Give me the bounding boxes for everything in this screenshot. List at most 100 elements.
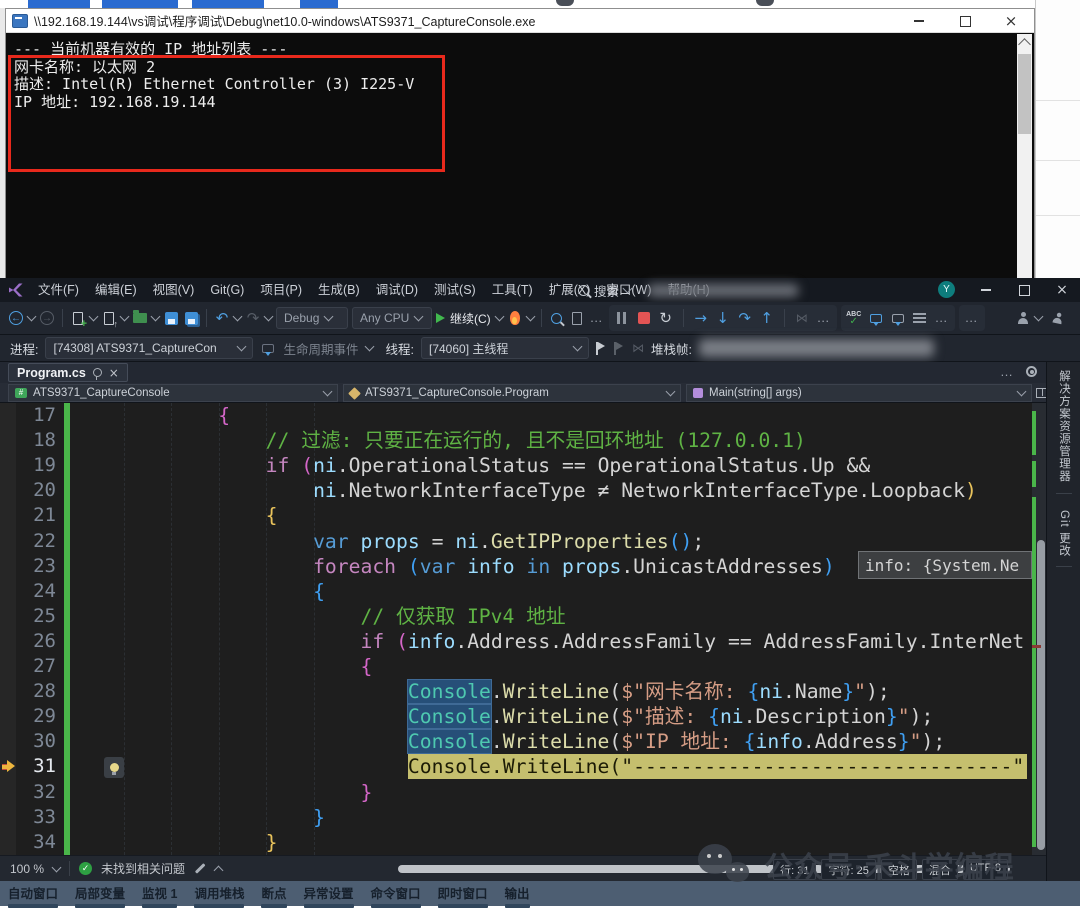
edit-icon[interactable] <box>195 863 205 873</box>
open-folder-button[interactable] <box>132 307 148 329</box>
panel-tab-即时窗口[interactable]: 即时窗口 <box>438 881 488 906</box>
line-number-27[interactable]: 27 <box>16 654 56 679</box>
breakpoints-window-button[interactable]: ⋈ <box>794 307 810 329</box>
chevron-down-icon[interactable] <box>364 342 374 352</box>
console-scrollbar-thumb[interactable] <box>1018 54 1031 134</box>
chevron-down-icon[interactable] <box>52 862 62 872</box>
tab-overflow-button[interactable]: … <box>1000 367 1014 377</box>
redo-button[interactable]: ↷ <box>245 307 261 329</box>
console-scrollbar[interactable] <box>1017 34 1032 278</box>
feedback-button[interactable] <box>1017 307 1042 329</box>
code-line-22[interactable]: var props = ni.GetIPProperties(); <box>76 529 704 554</box>
panel-tab-调用堆栈[interactable]: 调用堆栈 <box>194 881 244 906</box>
console-output-area[interactable]: --- 当前机器有效的 IP 地址列表 ---网卡名称: 以太网 2描述: In… <box>6 33 1034 279</box>
line-number-25[interactable]: 25 <box>16 604 56 629</box>
step-over-button[interactable]: ↷ <box>737 307 753 329</box>
code-line-17[interactable]: { <box>76 403 230 428</box>
line-number-28[interactable]: 28 <box>16 679 56 704</box>
line-number-34[interactable]: 34 <box>16 830 56 855</box>
panel-tab-命令窗口[interactable]: 命令窗口 <box>371 881 421 906</box>
code-editor[interactable]: 171819202122232425262728293031323334 { /… <box>0 403 1080 855</box>
console-close-button[interactable]: × <box>988 9 1034 33</box>
line-number-18[interactable]: 18 <box>16 428 56 453</box>
code-line-30[interactable]: Console.WriteLine($"IP 地址: {info.Address… <box>76 729 945 754</box>
vs-minimize-button[interactable] <box>966 278 1006 302</box>
chevron-down-icon[interactable] <box>89 312 99 322</box>
menu-item-文件[interactable]: 文件(F) <box>30 278 87 302</box>
current-statement-arrow-icon[interactable] <box>2 760 16 772</box>
code-line-26[interactable]: if (info.Address.AddressFamily == Addres… <box>76 629 1024 654</box>
menu-item-生成[interactable]: 生成(B) <box>310 278 368 302</box>
code-line-27[interactable]: { <box>76 654 372 679</box>
editor-overflow-button[interactable]: … <box>934 307 950 329</box>
panel-tab-自动窗口[interactable]: 自动窗口 <box>8 881 58 906</box>
indent-button[interactable] <box>912 307 928 329</box>
hot-reload-button[interactable] <box>507 307 523 329</box>
account-avatar[interactable]: Y <box>938 281 955 298</box>
stop-debugging-button[interactable] <box>636 307 652 329</box>
restart-button[interactable]: ↻ <box>658 307 674 329</box>
line-number-23[interactable]: 23 <box>16 554 56 579</box>
code-line-34[interactable]: } <box>76 830 278 855</box>
chevron-down-icon[interactable] <box>27 312 37 322</box>
line-number-31[interactable]: 31 <box>16 754 56 779</box>
chevron-down-icon[interactable] <box>525 312 535 322</box>
code-line-33[interactable]: } <box>76 805 325 830</box>
zoom-level[interactable]: 100 % <box>10 862 44 876</box>
save-all-button[interactable] <box>183 307 199 329</box>
debug-overflow-button[interactable]: … <box>816 307 832 329</box>
line-number-21[interactable]: 21 <box>16 503 56 528</box>
uncomment-button[interactable] <box>890 307 906 329</box>
code-line-29[interactable]: Console.WriteLine($"描述: {ni.Description}… <box>76 704 933 729</box>
redacted-stack-frame-dropdown[interactable] <box>699 339 934 357</box>
menu-item-项目[interactable]: 项目(P) <box>252 278 310 302</box>
more-toolbars-button[interactable]: … <box>964 307 980 329</box>
type-dropdown[interactable]: ATS9371_CaptureConsole.Program <box>343 384 681 402</box>
member-dropdown[interactable]: Main(string[] args) <box>686 384 1032 402</box>
console-titlebar[interactable]: \\192.168.19.144\vs调试\程序调试\Debug\net10.0… <box>6 9 1034 33</box>
code-line-31[interactable]: Console.WriteLine("---------------------… <box>76 754 1027 779</box>
lifecycle-events-label[interactable]: 生命周期事件 <box>283 339 358 358</box>
chevron-up-icon[interactable] <box>214 865 224 875</box>
navigate-back-button[interactable]: ← <box>8 307 24 329</box>
file-preview-button[interactable] <box>569 307 585 329</box>
flag-icon[interactable] <box>596 342 607 355</box>
code-line-18[interactable]: // 过滤: 只要正在运行的, 且不是回环地址 (127.0.0.1) <box>76 428 806 453</box>
chevron-down-icon[interactable] <box>233 312 243 322</box>
thread-dropdown[interactable]: [74060] 主线程 <box>421 337 589 359</box>
add-item-button[interactable] <box>101 307 117 329</box>
spell-check-button[interactable]: ABC✓ <box>846 307 862 329</box>
save-button[interactable] <box>163 307 179 329</box>
platform-dropdown[interactable]: Any CPU <box>352 307 432 329</box>
menu-item-调试[interactable]: 调试(D) <box>368 278 426 302</box>
undo-button[interactable]: ↶ <box>214 307 230 329</box>
line-number-26[interactable]: 26 <box>16 629 56 654</box>
chevron-down-icon[interactable] <box>264 312 274 322</box>
menu-item-Git[interactable]: Git(G) <box>202 278 252 302</box>
line-number-17[interactable]: 17 <box>16 403 56 428</box>
comment-button[interactable] <box>868 307 884 329</box>
code-line-21[interactable]: { <box>76 503 278 528</box>
editor-scrollbar[interactable] <box>1032 403 1046 855</box>
tab-program-cs[interactable]: Program.cs × <box>8 363 128 382</box>
gear-icon[interactable] <box>1026 366 1037 377</box>
panel-tab-断点[interactable]: 断点 <box>261 881 286 906</box>
vs-maximize-button[interactable] <box>1004 278 1044 302</box>
code-line-19[interactable]: if (ni.OperationalStatus == OperationalS… <box>76 453 870 478</box>
toolbar-overflow-button[interactable]: … <box>589 307 605 329</box>
project-dropdown[interactable]: # ATS9371_CaptureConsole <box>8 384 338 402</box>
send-feedback-button[interactable] <box>1050 307 1066 329</box>
chevron-down-icon[interactable] <box>120 312 130 322</box>
panel-tab-局部变量[interactable]: 局部变量 <box>75 881 125 906</box>
show-next-statement-button[interactable]: → <box>693 307 709 329</box>
quick-actions-lightbulb-icon[interactable] <box>104 757 124 778</box>
threads-icon[interactable]: ⋈ <box>632 341 644 356</box>
line-number-33[interactable]: 33 <box>16 805 56 830</box>
find-in-files-button[interactable] <box>549 307 565 329</box>
panel-tab-输出[interactable]: 输出 <box>505 881 530 906</box>
new-file-button[interactable] <box>70 307 86 329</box>
close-tab-icon[interactable]: × <box>109 366 119 380</box>
console-maximize-button[interactable] <box>942 9 988 33</box>
menu-item-视图[interactable]: 视图(V) <box>145 278 203 302</box>
step-into-button[interactable]: ↓ <box>715 307 731 329</box>
